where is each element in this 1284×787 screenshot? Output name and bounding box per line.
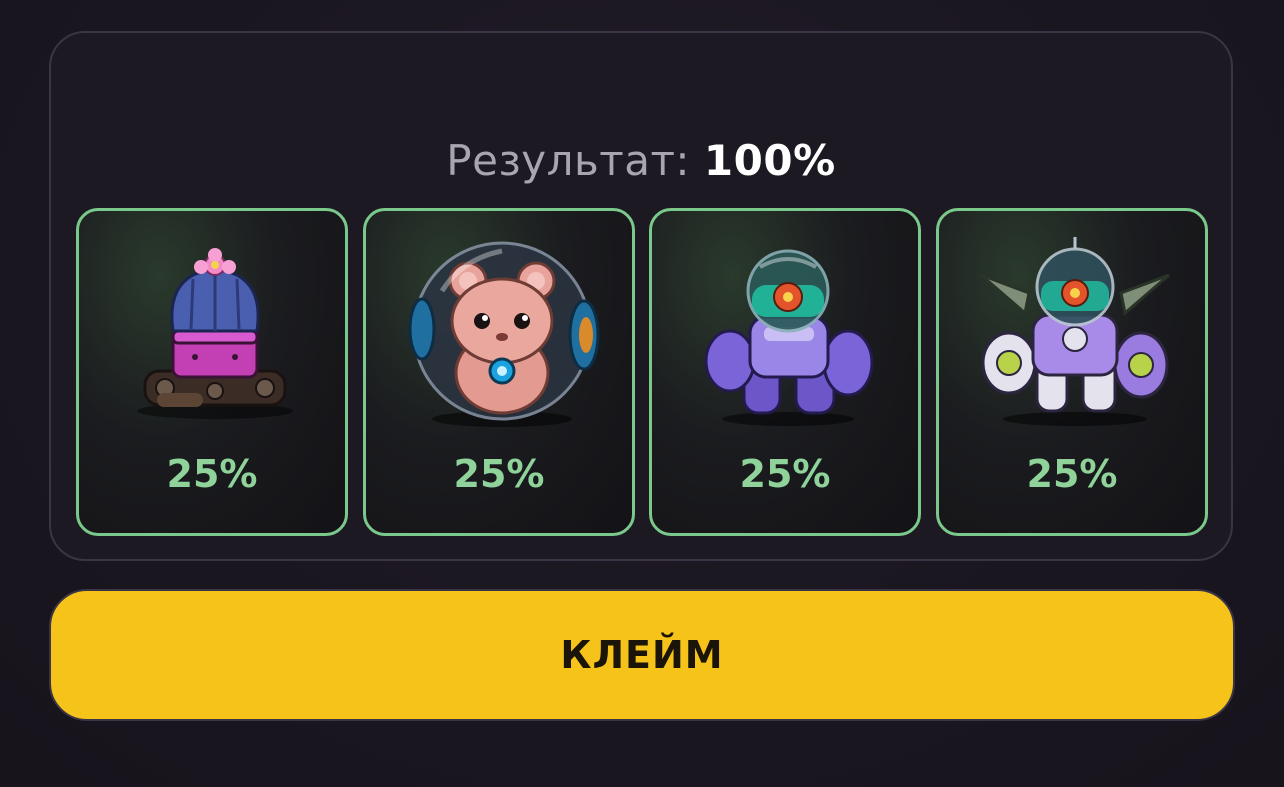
reward-card-2[interactable]: 25% (363, 208, 635, 536)
robot-mech-icon (704, 249, 874, 426)
card-percent: 25% (453, 452, 545, 496)
reward-card-3[interactable]: 25% (649, 208, 921, 536)
card-grid: 25% 25% 25% 25% (76, 208, 1210, 536)
claim-button[interactable]: КЛЕЙМ (49, 589, 1235, 721)
cactus-tank-icon (137, 248, 293, 419)
result-label: Результат: (446, 136, 704, 185)
reward-card-4[interactable]: 25% (936, 208, 1208, 536)
robot-mech-winged-icon (980, 237, 1170, 426)
hamster-ball-icon (408, 241, 600, 427)
card-percent: 25% (739, 452, 831, 496)
result-title: Результат: 100% (51, 133, 1231, 189)
card-percent: 25% (166, 452, 258, 496)
claim-button-label: КЛЕЙМ (560, 633, 724, 677)
result-value: 100% (703, 136, 836, 185)
card-percent: 25% (1026, 452, 1118, 496)
reward-card-1[interactable]: 25% (76, 208, 348, 536)
results-screen: Результат: 100% 25% 25% 25% 25% КЛЕЙМ (0, 0, 1284, 787)
